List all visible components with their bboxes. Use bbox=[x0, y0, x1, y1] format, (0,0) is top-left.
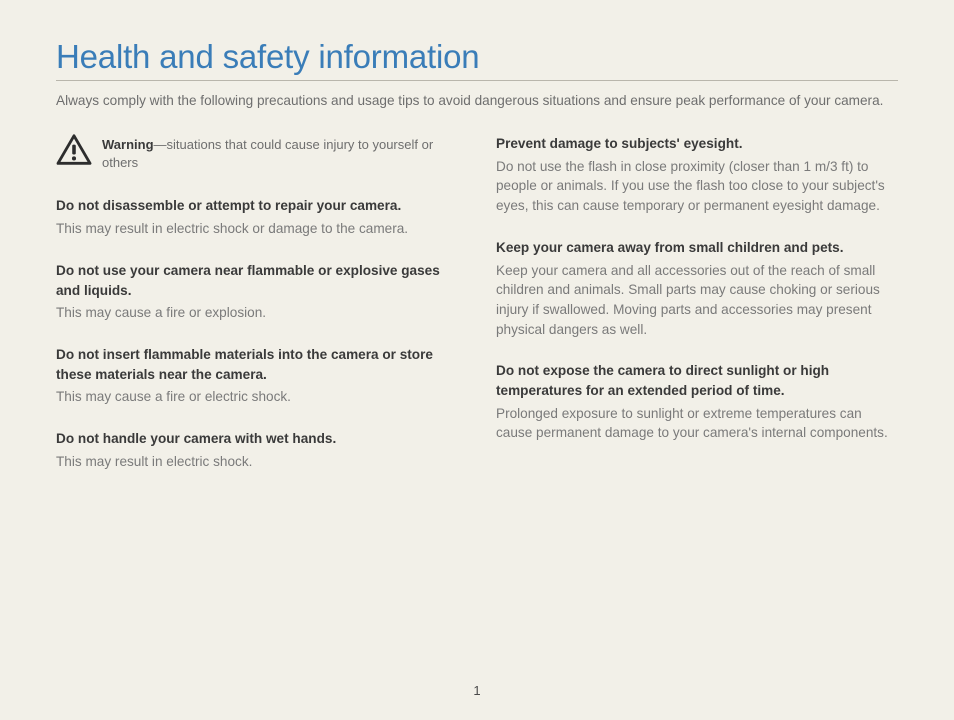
intro-text: Always comply with the following precaut… bbox=[56, 91, 898, 110]
section-body: This may result in electric shock or dam… bbox=[56, 219, 458, 239]
section-heading: Keep your camera away from small childre… bbox=[496, 238, 898, 258]
section-heading: Do not insert flammable materials into t… bbox=[56, 345, 458, 384]
safety-section: Prevent damage to subjects' eyesight. Do… bbox=[496, 134, 898, 216]
content-columns: Warning—situations that could cause inju… bbox=[56, 134, 898, 493]
left-column: Warning—situations that could cause inju… bbox=[56, 134, 458, 493]
safety-section: Keep your camera away from small childre… bbox=[496, 238, 898, 340]
section-heading: Prevent damage to subjects' eyesight. bbox=[496, 134, 898, 154]
page-number: 1 bbox=[0, 683, 954, 698]
section-body: Prolonged exposure to sunlight or extrem… bbox=[496, 404, 898, 443]
safety-section: Do not disassemble or attempt to repair … bbox=[56, 196, 458, 238]
section-heading: Do not disassemble or attempt to repair … bbox=[56, 196, 458, 216]
safety-section: Do not handle your camera with wet hands… bbox=[56, 429, 458, 471]
right-column: Prevent damage to subjects' eyesight. Do… bbox=[496, 134, 898, 493]
page-title: Health and safety information bbox=[56, 38, 898, 81]
section-body: This may result in electric shock. bbox=[56, 452, 458, 472]
warning-label: Warning bbox=[102, 137, 154, 152]
section-body: Do not use the flash in close proximity … bbox=[496, 157, 898, 216]
section-body: Keep your camera and all accessories out… bbox=[496, 261, 898, 340]
section-heading: Do not handle your camera with wet hands… bbox=[56, 429, 458, 449]
safety-section: Do not use your camera near flammable or… bbox=[56, 261, 458, 323]
warning-icon bbox=[56, 134, 92, 166]
safety-section: Do not expose the camera to direct sunli… bbox=[496, 361, 898, 443]
section-body: This may cause a fire or explosion. bbox=[56, 303, 458, 323]
section-body: This may cause a fire or electric shock. bbox=[56, 387, 458, 407]
section-heading: Do not expose the camera to direct sunli… bbox=[496, 361, 898, 400]
safety-section: Do not insert flammable materials into t… bbox=[56, 345, 458, 407]
section-heading: Do not use your camera near flammable or… bbox=[56, 261, 458, 300]
warning-callout: Warning—situations that could cause inju… bbox=[56, 134, 458, 172]
warning-text: Warning—situations that could cause inju… bbox=[102, 134, 458, 172]
